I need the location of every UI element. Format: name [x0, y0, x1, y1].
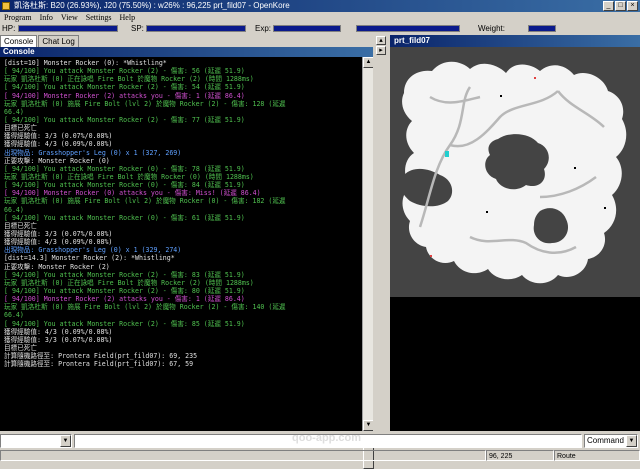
job-exp-bar [356, 25, 460, 32]
menu-help[interactable]: Help [120, 12, 136, 23]
console-line: [ 94/100] Monster Rocker (0) attacks you… [4, 189, 261, 198]
console-line: 66.4) [4, 107, 24, 116]
console-line: [ 94/100] You attack Monster Rocker (2) … [4, 286, 245, 295]
console-line: 出現物品: Grasshopper's Leg (0) x 1 (327, 26… [4, 148, 182, 157]
console-header: Console [0, 47, 373, 57]
console-line: 目標已死亡 [4, 221, 37, 230]
weight-bar [528, 25, 556, 32]
menu-bar: Program Info View Settings Help [0, 12, 640, 23]
minimize-button[interactable]: _ [603, 1, 614, 11]
pane-splitter[interactable]: ▴ ▸ [373, 35, 390, 431]
console-line: [ 94/100] You attack Monster Rocker (0) … [4, 164, 245, 173]
console-line: 獲得經驗值: 3/3 (0.07%/0.08%) [4, 335, 113, 344]
watermark: qoo-app.com [292, 432, 362, 444]
console-line: [dist=14.3] Monster Rocker (2): *Whistli… [4, 254, 175, 263]
splitter-arrow-icon[interactable]: ▸ [376, 46, 386, 55]
console-line: [ 94/100] You attack Monster Rocker (2) … [4, 83, 245, 92]
map-title: prt_fild07 [390, 35, 640, 47]
console-line: 獲得經驗值: 4/3 (0.09%/0.08%) [4, 238, 113, 247]
window-title: 凱洛杜斯: B20 (26.93%), J20 (75.50%) : w26% … [14, 1, 290, 10]
console-line: [ 94/100] You attack Monster Rocker (0) … [4, 213, 245, 222]
map-view[interactable] [390, 47, 640, 297]
console-line: 玩家 凱洛杜斯 (0) 正在詠唱 Fire Bolt 於魔物 Rocker (2… [4, 278, 254, 287]
status-coords: 96, 225 [486, 450, 554, 461]
close-button[interactable]: × [627, 1, 638, 11]
console-line: 玩家 凱洛杜斯 (0) 正在詠唱 Fire Bolt 於魔物 Rocker (2… [4, 75, 254, 84]
menu-info[interactable]: Info [40, 12, 53, 23]
menu-settings[interactable]: Settings [86, 12, 112, 23]
console-line: 玩家 凱洛杜斯 (0) 正在詠唱 Fire Bolt 於魔物 Rocker (0… [4, 172, 254, 181]
object-marker [486, 211, 488, 213]
splitter-up-icon[interactable]: ▴ [376, 36, 386, 45]
hp-label: HP: [2, 24, 16, 33]
hp-bar [18, 25, 118, 32]
menu-program[interactable]: Program [4, 12, 32, 23]
console-line: 獲得經驗值: 3/3 (0.07%/0.08%) [4, 132, 113, 141]
console-scrollbar[interactable]: ▲ ▼ [362, 57, 374, 469]
console-output[interactable]: [dist=10] Monster Rocker (0): *Whistling… [0, 57, 362, 431]
object-marker [604, 207, 606, 209]
status-bar: 96, 225 Route [0, 450, 640, 461]
exp-label: Exp: [255, 24, 272, 33]
console-line: 出現物品: Grasshopper's Leg (0) x 1 (329, 27… [4, 246, 182, 255]
target-combobox[interactable]: ▼ [0, 434, 72, 448]
console-line: [ 94/100] You attack Monster Rocker (2) … [4, 115, 245, 124]
console-line: 目標已死亡 [4, 343, 37, 352]
dropdown-arrow-icon[interactable]: ▼ [60, 435, 71, 447]
console-line: 正要攻擊: Monster Rocker (0) [4, 156, 110, 165]
console-line: 正要攻擊: Monster Rocker (2) [4, 262, 110, 271]
monster-marker [534, 77, 536, 79]
console-line: 獲得經驗值: 3/3 (0.07%/0.08%) [4, 229, 113, 238]
console-line: 66.4) [4, 311, 24, 320]
base-exp-bar [273, 25, 341, 32]
console-line: 計算隨機路徑至: Prontera Field(prt_fild07): 67,… [4, 360, 194, 369]
console-line: [ 94/100] You attack Monster Rocker (2) … [4, 319, 245, 328]
sp-bar [146, 25, 246, 32]
console-line: [ 94/100] You attack Monster Rocker (2) … [4, 270, 245, 279]
object-marker [500, 95, 502, 97]
console-line: 玩家 凱洛杜斯 (0) 施展 Fire Bolt (lvl 2) 於魔物 Roc… [4, 303, 286, 312]
player-marker [445, 151, 449, 157]
tab-console[interactable]: Console [0, 35, 38, 47]
openkore-window: 凱洛杜斯: B20 (26.93%), J20 (75.50%) : w26% … [0, 0, 640, 469]
console-line: [ 94/100] Monster Rocker (2) attacks you… [4, 295, 245, 304]
tab-strip: Console Chat Log [0, 35, 80, 47]
tab-chat-log[interactable]: Chat Log [38, 35, 79, 47]
monster-marker [430, 255, 432, 257]
console-line: [ 94/100] You attack Monster Rocker (2) … [4, 67, 245, 76]
window-controls: _ □ × [603, 1, 638, 11]
command-type-value: Command [587, 436, 624, 445]
command-type-select[interactable]: Command ▼ [584, 434, 638, 448]
console-line: 計算隨機路徑至: Prontera Field(prt_fild07): 69,… [4, 352, 198, 361]
stats-bar: HP: SP: Exp: Weight: [0, 23, 640, 34]
console-line: 66.4) [4, 205, 24, 214]
console-line: [ 94/100] You attack Monster Rocker (0) … [4, 181, 245, 190]
menu-view[interactable]: View [61, 12, 78, 23]
object-marker [574, 167, 576, 169]
app-icon [2, 2, 10, 10]
console-line: 獲得經驗值: 4/3 (0.09%/0.08%) [4, 327, 113, 336]
weight-label: Weight: [478, 24, 505, 33]
title-bar: 凱洛杜斯: B20 (26.93%), J20 (75.50%) : w26% … [0, 0, 640, 12]
map-pane [390, 47, 640, 431]
status-state: Route [554, 450, 640, 461]
maximize-button[interactable]: □ [615, 1, 626, 11]
console-line: 目標已死亡 [4, 124, 37, 133]
dropdown-arrow-icon[interactable]: ▼ [626, 435, 637, 447]
console-line: 玩家 凱洛杜斯 (0) 施展 Fire Bolt (lvl 2) 於魔物 Roc… [4, 197, 286, 206]
console-line: 獲得經驗值: 4/3 (0.09%/0.08%) [4, 140, 113, 149]
console-line: [dist=10] Monster Rocker (0): *Whistling… [4, 59, 167, 67]
console-line: 玩家 凱洛杜斯 (0) 施展 Fire Bolt (lvl 2) 於魔物 Roc… [4, 99, 286, 108]
sp-label: SP: [131, 24, 144, 33]
console-line: [ 94/100] Monster Rocker (2) attacks you… [4, 91, 245, 100]
status-message [0, 450, 486, 461]
